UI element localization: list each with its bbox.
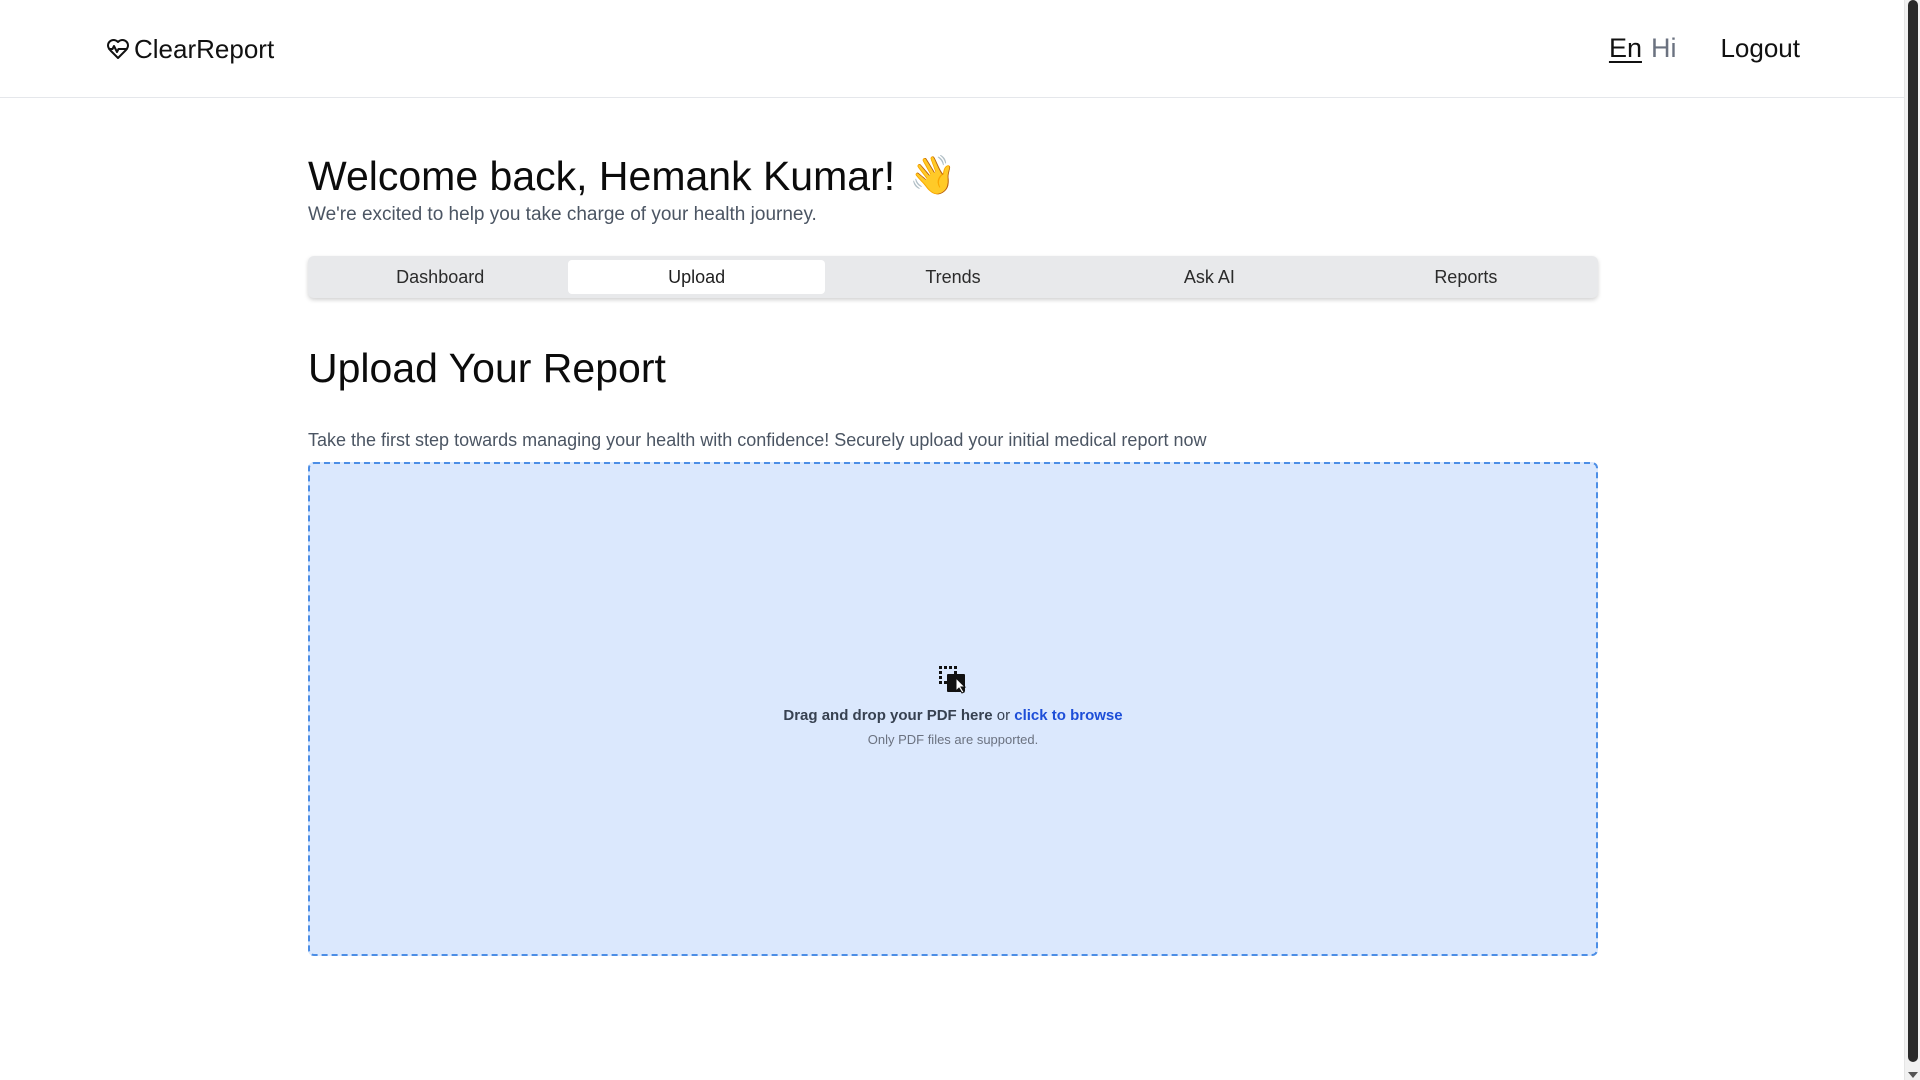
upload-description: Take the first step towards managing you…	[308, 430, 1207, 451]
dropzone-instructions: Drag and drop your PDF here or click to …	[310, 707, 1596, 724]
waving-hand-emoji: 👋	[909, 155, 957, 197]
scrollbar-thumb[interactable]	[1908, 0, 1918, 1062]
tab-trends[interactable]: Trends	[825, 260, 1081, 294]
drag-drop-icon	[937, 664, 969, 696]
or-text: or	[996, 707, 1011, 725]
brand-name: ClearReport	[134, 34, 275, 64]
logout-button[interactable]: Logout	[1720, 30, 1800, 66]
page: ClearReport En Hi Logout Welcome back, H…	[0, 0, 1920, 1080]
upload-dropzone[interactable]: Drag and drop your PDF here or click to …	[308, 462, 1598, 957]
welcome-title: Welcome back, Hemank Kumar!	[308, 153, 896, 199]
brand-logo-link[interactable]: ClearReport	[106, 33, 274, 65]
tab-upload[interactable]: Upload	[568, 260, 825, 294]
upload-title: Upload Your Report	[308, 345, 666, 391]
heart-pulse-icon	[106, 37, 130, 61]
top-header: ClearReport En Hi Logout	[0, 0, 1904, 98]
browse-link[interactable]: click to browse	[1014, 707, 1122, 724]
header-actions: En Hi Logout	[1609, 30, 1800, 66]
tab-bar: Dashboard Upload Trends Ask AI Reports	[308, 256, 1598, 298]
lang-en-link[interactable]: En	[1609, 30, 1642, 66]
tab-dashboard[interactable]: Dashboard	[312, 260, 568, 294]
lang-hi-link[interactable]: Hi	[1651, 30, 1677, 66]
welcome-heading: Welcome back, Hemank Kumar! 👋	[308, 150, 1598, 202]
file-type-note: Only PDF files are supported.	[867, 732, 1039, 748]
scroll-down-arrow-icon[interactable]	[1908, 1072, 1918, 1078]
main-content: Welcome back, Hemank Kumar! 👋 We're exci…	[308, 150, 1598, 957]
page-scrollbar[interactable]	[1904, 0, 1920, 1080]
tab-ask-ai[interactable]: Ask AI	[1081, 260, 1337, 294]
drop-text: Drag and drop your PDF here	[783, 707, 993, 725]
dropzone-content: Drag and drop your PDF here or click to …	[310, 664, 1596, 747]
language-switcher: En Hi	[1609, 30, 1677, 66]
tab-reports[interactable]: Reports	[1338, 260, 1594, 294]
welcome-subtitle: We're excited to help you take charge of…	[308, 204, 817, 225]
